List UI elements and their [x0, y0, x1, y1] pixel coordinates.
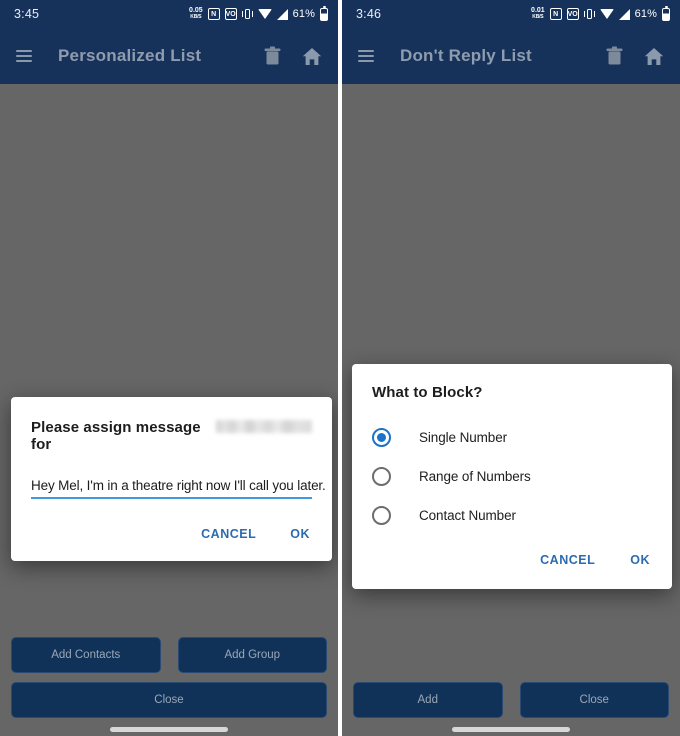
radio-option-single-number[interactable]: Single Number: [372, 418, 652, 457]
radio-label: Range of Numbers: [419, 469, 531, 484]
phone-screen-dont-reply-list: 3:46 0.01 KB/S N VO 61% Don't Reply List: [342, 0, 680, 736]
ok-button[interactable]: OK: [288, 523, 312, 545]
status-bar: 3:45 0.05 KB/S N VO 61%: [0, 0, 338, 28]
message-input-field[interactable]: Hey Mel, I'm in a theatre right now I'll…: [31, 475, 326, 499]
battery-icon: [662, 5, 670, 21]
block-type-radio-group: Single Number Range of Numbers Contact N…: [372, 418, 652, 535]
cancel-button[interactable]: CANCEL: [199, 523, 258, 545]
redacted-contact-name: [216, 420, 312, 433]
app-bar-actions: [602, 43, 666, 69]
radio-option-range-of-numbers[interactable]: Range of Numbers: [372, 457, 652, 496]
assign-message-dialog: Please assign message for Hey Mel, I'm i…: [11, 397, 332, 561]
wifi-icon: [257, 9, 272, 19]
status-icon-group: 0.05 KB/S N VO 61%: [189, 5, 328, 21]
volte-icon: VO: [566, 8, 579, 20]
trash-icon[interactable]: [602, 43, 626, 69]
list-content-area: Please assign message for Hey Mel, I'm i…: [0, 84, 338, 736]
bottom-button-row-1: Add Contacts Add Group: [11, 637, 327, 673]
dialog-actions: CANCEL OK: [31, 523, 312, 551]
bottom-button-row-2: Close: [11, 682, 327, 718]
add-group-button[interactable]: Add Group: [177, 637, 327, 673]
network-speed-unit: KB/S: [532, 14, 544, 20]
nfc-icon: N: [549, 8, 562, 20]
radio-label: Single Number: [419, 430, 507, 445]
signal-icon: [618, 8, 630, 20]
battery-percent-label: 61%: [292, 8, 315, 20]
wifi-icon: [599, 9, 614, 19]
list-content-area: What to Block? Single Number Range of Nu…: [342, 84, 680, 736]
radio-button-icon[interactable]: [372, 467, 391, 486]
status-bar: 3:46 0.01 KB/S N VO 61%: [342, 0, 680, 28]
dialog-title: What to Block?: [372, 384, 483, 401]
add-contacts-button[interactable]: Add Contacts: [11, 637, 161, 673]
radio-label: Contact Number: [419, 508, 516, 523]
network-speed-unit: KB/S: [190, 14, 202, 20]
network-speed-value: 0.01: [531, 7, 545, 14]
network-speed-indicator: 0.01 KB/S: [531, 7, 545, 21]
bottom-action-bar: Add Close: [342, 682, 680, 718]
dual-screenshot-container: 3:45 0.05 KB/S N VO 61% Personalized Lis…: [0, 0, 680, 736]
add-button[interactable]: Add: [353, 682, 503, 718]
bottom-button-row-1: Add Close: [353, 682, 669, 718]
dialog-title-row: Please assign message for: [31, 419, 312, 453]
ok-button[interactable]: OK: [628, 549, 652, 571]
hamburger-menu-icon[interactable]: [16, 50, 32, 62]
vibrate-icon: [241, 8, 253, 20]
radio-option-contact-number[interactable]: Contact Number: [372, 496, 652, 535]
status-clock: 3:45: [14, 7, 40, 21]
nfc-icon: N: [207, 8, 220, 20]
radio-button-icon[interactable]: [372, 428, 391, 447]
hamburger-menu-icon[interactable]: [358, 50, 374, 62]
status-icon-group: 0.01 KB/S N VO 61%: [531, 5, 670, 21]
home-icon[interactable]: [300, 43, 324, 69]
home-icon[interactable]: [642, 43, 666, 69]
status-clock: 3:46: [356, 7, 382, 21]
radio-button-icon[interactable]: [372, 506, 391, 525]
cancel-button[interactable]: CANCEL: [538, 549, 597, 571]
trash-icon[interactable]: [260, 43, 284, 69]
gesture-navigation-bar[interactable]: [110, 727, 228, 732]
app-bar: Personalized List: [0, 28, 338, 84]
network-speed-indicator: 0.05 KB/S: [189, 7, 203, 21]
message-input-value: Hey Mel, I'm in a theatre right now I'll…: [31, 478, 326, 493]
app-bar-actions: [260, 43, 324, 69]
close-button[interactable]: Close: [519, 682, 669, 718]
page-title: Don't Reply List: [400, 46, 532, 65]
battery-percent-label: 61%: [634, 8, 657, 20]
gesture-navigation-bar[interactable]: [452, 727, 570, 732]
dialog-actions: CANCEL OK: [372, 549, 652, 577]
app-bar: Don't Reply List: [342, 28, 680, 84]
vibrate-icon: [583, 8, 595, 20]
network-speed-value: 0.05: [189, 7, 203, 14]
phone-screen-personalized-list: 3:45 0.05 KB/S N VO 61% Personalized Lis…: [0, 0, 338, 736]
battery-icon: [320, 5, 328, 21]
what-to-block-dialog: What to Block? Single Number Range of Nu…: [352, 364, 672, 589]
bottom-action-bar: Add Contacts Add Group Close: [0, 637, 338, 718]
page-title: Personalized List: [58, 46, 202, 65]
volte-icon: VO: [224, 8, 237, 20]
dialog-title: Please assign message for: [31, 419, 201, 453]
signal-icon: [276, 8, 288, 20]
close-button[interactable]: Close: [11, 682, 327, 718]
